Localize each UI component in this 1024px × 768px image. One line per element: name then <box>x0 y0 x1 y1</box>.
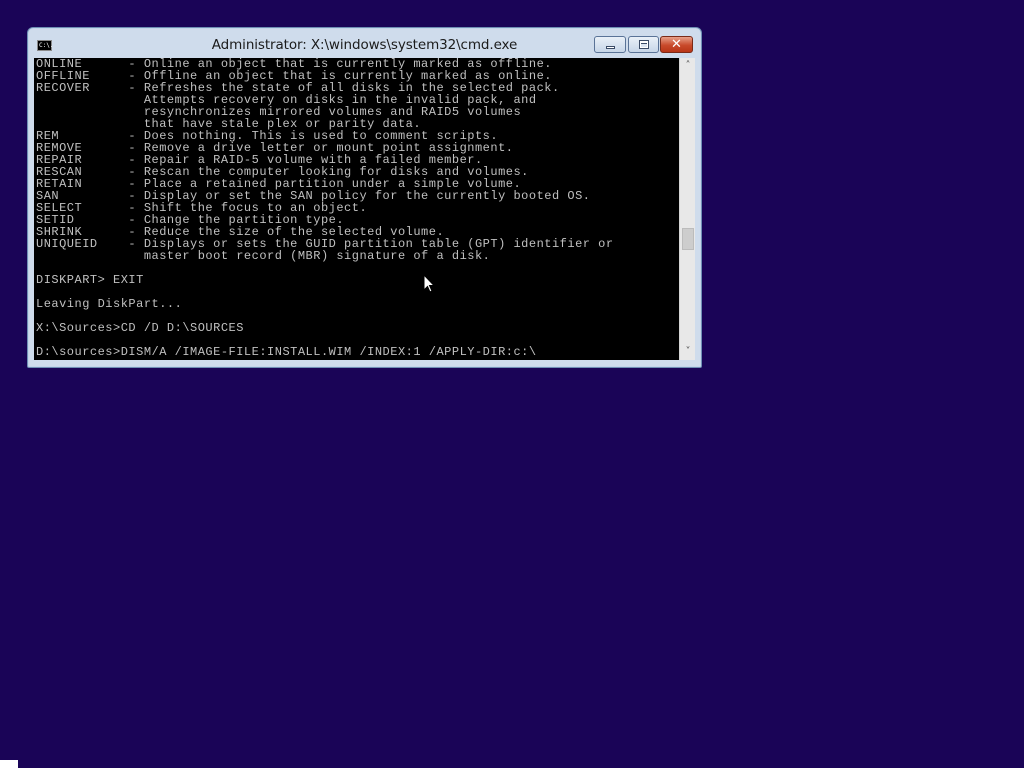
console-line: master boot record (MBR) signature of a … <box>36 249 491 263</box>
mouse-pointer-icon <box>423 274 435 293</box>
scrollbar-thumb[interactable] <box>682 228 694 250</box>
cmd-window[interactable]: C:\. Administrator: X:\windows\system32\… <box>27 27 702 368</box>
scroll-down-arrow-icon[interactable]: ˅ <box>680 344 696 360</box>
console-line: X:\Sources>CD /D D:\SOURCES <box>36 321 244 335</box>
maximize-icon <box>639 40 649 49</box>
close-icon: ✕ <box>671 37 682 52</box>
console-output[interactable]: ONLINE - Online an object that is curren… <box>34 58 679 360</box>
console-text: ONLINE - Online an object that is curren… <box>36 58 614 358</box>
vertical-scrollbar[interactable]: ˄ ˅ <box>679 58 695 360</box>
console-line: Leaving DiskPart... <box>36 297 183 311</box>
close-button[interactable]: ✕ <box>660 36 693 53</box>
desktop: C:\. Administrator: X:\windows\system32\… <box>0 0 1024 768</box>
maximize-button[interactable] <box>628 36 659 53</box>
console-line: DISKPART> EXIT <box>36 273 144 287</box>
title-bar[interactable]: C:\. Administrator: X:\windows\system32\… <box>28 28 701 58</box>
console-line: D:\sources>DISM/A /IMAGE-FILE:INSTALL.WI… <box>36 345 537 359</box>
minimize-icon <box>606 46 615 49</box>
taskbar-corner <box>0 760 18 768</box>
minimize-button[interactable] <box>594 36 626 53</box>
scroll-up-arrow-icon[interactable]: ˄ <box>680 58 696 74</box>
